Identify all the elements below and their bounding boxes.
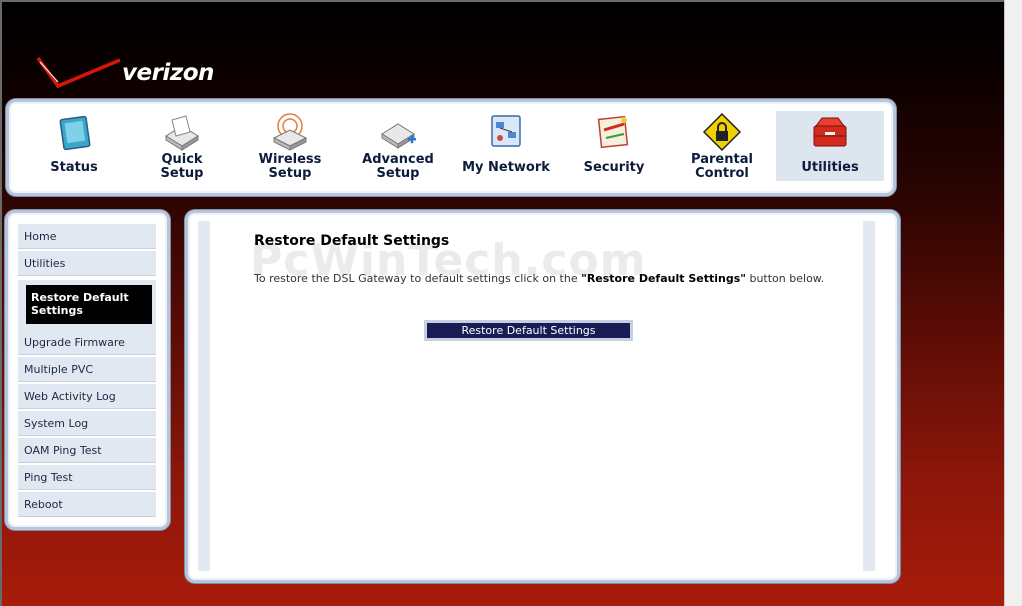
- tab-status-label: Status: [50, 160, 98, 175]
- sidebar-item-label: System Log: [24, 417, 89, 430]
- tab-quick-setup[interactable]: Quick Setup: [128, 111, 236, 181]
- tab-advanced-setup-label: Advanced Setup: [362, 152, 434, 181]
- sidebar-item-home[interactable]: Home: [18, 224, 156, 249]
- wireless-setup-icon: [272, 113, 308, 151]
- tab-quick-setup-label: Quick Setup: [160, 152, 204, 181]
- instruction-text-emphasis: "Restore Default Settings": [581, 272, 746, 285]
- tab-my-network[interactable]: My Network: [452, 111, 560, 181]
- sidebar-item-label: Home: [24, 230, 57, 243]
- sidebar-item-reboot[interactable]: Reboot: [18, 492, 156, 517]
- window-left-edge: [0, 0, 2, 606]
- advanced-setup-icon: [381, 123, 416, 149]
- window-top-edge: [0, 0, 1022, 2]
- scrollbar-track[interactable]: [1004, 0, 1022, 606]
- sidebar-item-label: Restore Default Settings: [31, 291, 129, 317]
- utilities-icon: [813, 117, 847, 147]
- sidebar-item-label: Multiple PVC: [24, 363, 94, 376]
- sidebar-item-label: Upgrade Firmware: [24, 336, 125, 349]
- restore-default-settings-button[interactable]: Restore Default Settings: [424, 320, 633, 341]
- router-admin-page: verizon Status Quick Setup Wireless Setu…: [0, 0, 1022, 606]
- sidebar-item-label: Reboot: [24, 498, 63, 511]
- logo-wordmark: verizon: [122, 60, 214, 86]
- status-icon: [59, 115, 91, 151]
- sidebar-item-label: OAM Ping Test: [24, 444, 102, 457]
- sidebar-item-utilities[interactable]: Utilities: [18, 251, 156, 276]
- main-navigation: Status Quick Setup Wireless Setup Advanc…: [6, 99, 896, 196]
- sidebar-item-system-log[interactable]: System Log: [18, 411, 156, 436]
- my-network-icon: [491, 115, 521, 147]
- sidebar-item-oam-ping-test[interactable]: OAM Ping Test: [18, 438, 156, 463]
- verizon-logo: verizon: [36, 52, 222, 92]
- sidebar-item-restore-default-settings[interactable]: Restore Default Settings: [26, 285, 152, 324]
- tab-security[interactable]: Security: [560, 111, 668, 181]
- instruction-text-end: button below.: [745, 272, 825, 285]
- page-title: Restore Default Settings: [254, 233, 450, 249]
- sidebar-item-multiple-pvc[interactable]: Multiple PVC: [18, 357, 156, 382]
- sidebar-item-upgrade-firmware[interactable]: Upgrade Firmware: [18, 330, 156, 355]
- content-panel: PcWinTech.com Restore Default Settings T…: [185, 210, 900, 583]
- instruction-text-start: To restore the DSL Gateway to default se…: [254, 272, 582, 285]
- tab-parental-control-label: Parental Control: [691, 152, 753, 181]
- tab-advanced-setup[interactable]: Advanced Setup: [344, 111, 452, 181]
- sidebar-item-label: Utilities: [24, 257, 66, 270]
- tab-wireless-setup[interactable]: Wireless Setup: [236, 111, 344, 181]
- tab-status[interactable]: Status: [20, 111, 128, 181]
- sidebar-item-ping-test[interactable]: Ping Test: [18, 465, 156, 490]
- tab-utilities-label: Utilities: [801, 160, 859, 175]
- sidebar-item-web-activity-log[interactable]: Web Activity Log: [18, 384, 156, 409]
- sidebar: Home Utilities Restore Default Settings …: [5, 210, 170, 530]
- sidebar-item-label: Web Activity Log: [24, 390, 116, 403]
- tab-parental-control[interactable]: Parental Control: [668, 111, 776, 181]
- security-icon: [597, 115, 629, 149]
- tab-security-label: Security: [583, 160, 645, 175]
- content-area: PcWinTech.com Restore Default Settings T…: [198, 221, 875, 571]
- instruction-text: To restore the DSL Gateway to default se…: [254, 271, 834, 287]
- tab-utilities[interactable]: Utilities: [776, 111, 884, 181]
- tab-wireless-setup-label: Wireless Setup: [258, 152, 322, 181]
- quick-setup-icon: [165, 115, 199, 151]
- parental-control-icon: [702, 112, 742, 152]
- tab-my-network-label: My Network: [462, 160, 550, 175]
- sidebar-item-label: Ping Test: [24, 471, 73, 484]
